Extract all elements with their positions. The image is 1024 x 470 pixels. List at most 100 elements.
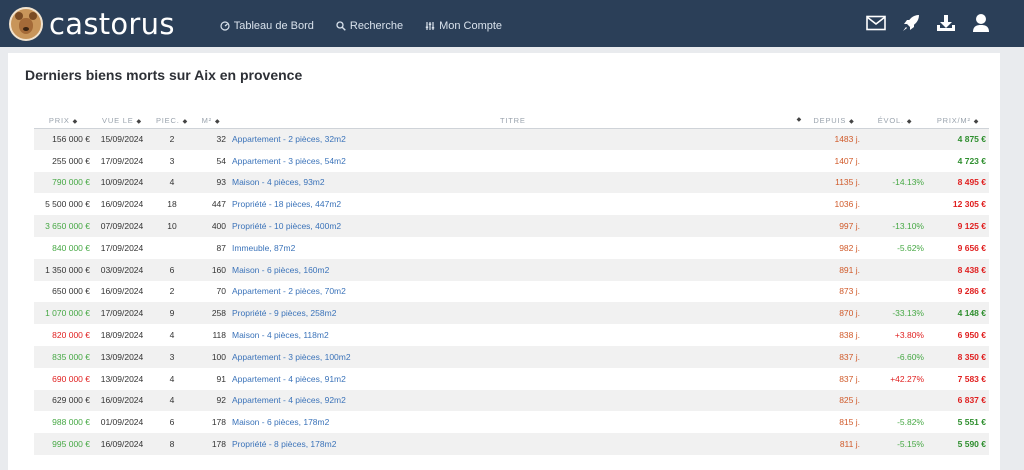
sort-icon[interactable]: ◆ [849,119,854,125]
top-navbar: castorus Tableau de Bord Recherche Mon C… [0,0,1024,47]
cell-titre: Propriété - 8 pièces, 178m2 [229,433,805,455]
cell-m2: 100 [193,345,229,368]
nav-link-label: Mon Compte [439,19,503,32]
cell-prix-m2: 4 875 € [927,128,989,150]
navbar-actions [852,12,992,34]
listing-title-link[interactable]: Appartement - 4 pièces, 92m2 [232,395,346,405]
listing-title-link[interactable]: Immeuble, 87m2 [232,243,295,253]
table-row[interactable]: 988 000 € 01/09/2024 6 178 Maison - 6 pièces… [34,411,989,433]
cell-titre: Appartement - 3 pièces, 54m2 [229,150,805,172]
cell-prix: 840 000 € [52,242,90,253]
cell-evol: -6.60% [863,345,927,368]
cell-m2: 91 [216,373,226,384]
cell-depuis: 811 j. [805,433,863,455]
cell-titre: Appartement - 2 pièces, 32m2 [229,128,805,150]
listing-title-link[interactable]: Propriété - 10 pièces, 400m2 [232,221,341,231]
sort-icon[interactable]: ◆ [907,119,912,125]
column-header-prix[interactable]: PRIX ◆ [34,113,93,129]
listing-title-link[interactable]: Maison - 4 pièces, 118m2 [232,330,329,340]
sort-icon[interactable]: ◆ [215,119,220,125]
cell-prix-m2: 9 656 € [957,242,986,253]
listing-title-link[interactable]: Propriété - 8 pièces, 178m2 [232,439,336,449]
cell-pieces: 2 [169,286,175,297]
listing-title-link[interactable]: Appartement - 2 pièces, 70m2 [232,286,346,296]
listing-title-link[interactable]: Appartement - 3 pièces, 54m2 [232,156,346,166]
table-row[interactable]: 995 000 €16/09/2024 8 178 Propriété - 8 piè… [34,433,989,455]
cell-prix-m2: 4 723 € [957,155,986,166]
sort-icon[interactable]: ◆ [137,119,142,125]
cell-depuis: 997 j. [805,215,863,237]
table-row[interactable]: 790 000 €10/09/2024 4 93 Maison - 4 pièces,… [34,171,989,194]
cell-m2: 54 [216,155,226,166]
cell-prix-m2: 9 125 € [927,215,989,237]
cell-prix-m2: 8 495 € [927,171,989,194]
listing-title-link[interactable]: Propriété - 18 pièces, 447m2 [232,199,341,209]
rocket-icon[interactable] [900,12,922,34]
table-row[interactable]: 820 000 € 18/09/2024 4 118 Maison - 4 pièces… [34,324,989,346]
table-row[interactable]: 650 000 € 16/09/2024 2 70 Appartement - 2 pi… [34,281,989,303]
column-header-depuis[interactable]: DEPUIS ◆ [805,113,863,129]
nav-link-label: Tableau de Bord [233,19,314,32]
nav-link-dashboard[interactable]: Tableau de Bord [220,20,314,32]
listing-title-link[interactable]: Appartement - 3 pièces, 100m2 [232,352,351,362]
cell-pieces: 2 [151,128,193,150]
column-header-pieces[interactable]: PIEC. ◆ [151,113,193,129]
cell-prix: 820 000 € [52,330,90,341]
dead-listings-table: PRIX ◆ VUE LE ◆ PIEC. ◆ M² ◆ TITRE ◆ DEPUIS ◆ … [34,113,989,455]
table-row[interactable]: 255 000 € 17/09/2024 3 54 Appartement - 3 pi… [34,150,989,172]
cell-vue-le: 16/09/2024 [93,433,151,455]
cell-pieces: 3 [151,345,193,368]
column-header-vue-le[interactable]: VUE LE ◆ [93,113,151,129]
user-icon[interactable] [970,12,992,34]
sort-icon[interactable]: ◆ [797,116,802,123]
table-row[interactable]: 156 000 €15/09/2024 2 32 Appartement - 2 pi… [34,128,989,150]
table-row[interactable]: 3 650 000 €07/09/2024 10 400 Propriété - 10… [34,215,989,237]
cell-depuis: 837 j. [805,345,863,368]
sort-icon[interactable]: ◆ [73,119,78,125]
cell-evol [863,281,927,303]
search-icon [336,20,346,31]
table-row[interactable]: 5 500 000 € 16/09/2024 18 447 Propriété - 18… [34,193,989,215]
column-header-titre[interactable]: TITRE ◆ [229,113,805,129]
table-row[interactable]: 1 070 000 €17/09/2024 9 258 Propriété - 9 p… [34,302,989,325]
listing-title-link[interactable]: Appartement - 2 pièces, 32m2 [232,134,346,144]
cell-depuis: 1135 j. [805,171,863,194]
cell-prix: 835 000 € [34,345,93,368]
table-row[interactable]: 1 350 000 €03/09/2024 6 160 Maison - 6 pièc… [34,258,989,281]
table-row[interactable]: 690 000 € 13/09/2024 4 91 Appartement - 4 pi… [34,368,989,390]
cell-evol: -5.15% [863,433,927,455]
cell-m2: 92 [193,389,229,412]
listing-title-link[interactable]: Propriété - 9 pièces, 258m2 [232,308,336,318]
listing-title-link[interactable]: Maison - 6 pièces, 160m2 [232,265,329,275]
listing-title-link[interactable]: Maison - 6 pièces, 178m2 [232,417,329,427]
table-row[interactable]: 835 000 €13/09/2024 3 100 Appartement - 3 p… [34,345,989,368]
column-header-m2[interactable]: M² ◆ [193,113,229,129]
table-row[interactable]: 629 000 €16/09/2024 4 92 Appartement - 4 pi… [34,389,989,412]
mail-icon[interactable] [865,12,887,34]
cell-prix: 995 000 € [34,433,93,455]
nav-link-account[interactable]: Mon Compte [425,20,502,32]
cell-depuis: 1407 j. [834,155,860,166]
cell-vue-le: 17/09/2024 [100,242,144,253]
main-nav: Tableau de Bord Recherche Mon Compte [220,20,524,32]
cell-m2: 32 [193,128,229,150]
cell-evol [863,389,927,412]
cell-prix: 629 000 € [34,389,93,412]
cell-titre: Maison - 4 pièces, 118m2 [229,324,805,346]
cell-titre: Appartement - 4 pièces, 92m2 [229,389,805,412]
brand-logo[interactable]: castorus [9,6,175,41]
table-row[interactable]: 840 000 € 17/09/2024 87 Immeuble, 87m2 982 j… [34,237,989,259]
column-header-prix-m2[interactable]: PRIX/M² ◆ [927,113,989,129]
cell-m2: 118 [212,330,226,341]
sort-icon[interactable]: ◆ [183,119,188,125]
download-icon[interactable] [935,12,957,34]
cell-prix-m2: 9 286 € [957,286,986,297]
listing-title-link[interactable]: Maison - 4 pièces, 93m2 [232,177,325,187]
cell-depuis: 815 j. [839,417,860,428]
sort-icon[interactable]: ◆ [974,119,979,125]
cell-vue-le: 10/09/2024 [93,171,151,194]
cell-vue-le: 15/09/2024 [93,128,151,150]
listing-title-link[interactable]: Appartement - 4 pièces, 91m2 [232,374,346,384]
nav-link-search[interactable]: Recherche [336,20,403,32]
column-header-evol[interactable]: ÉVOL. ◆ [863,113,927,129]
